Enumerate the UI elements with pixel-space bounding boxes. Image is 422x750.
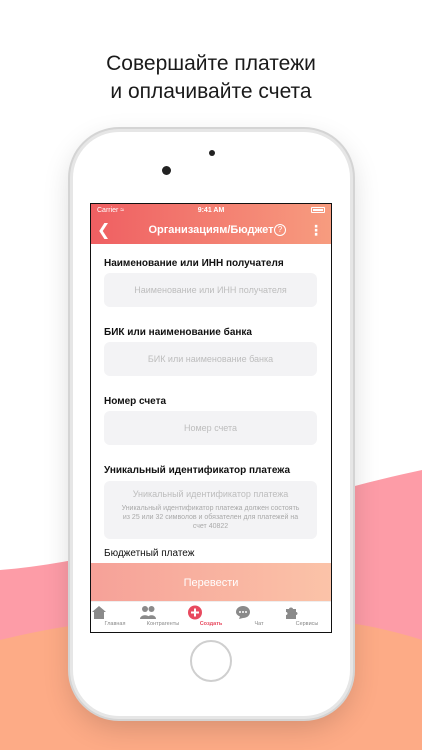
phone-side-button (69, 222, 72, 248)
question-icon: ? (277, 225, 283, 234)
payment-id-input[interactable]: Уникальный идентификатор платежа Уникаль… (104, 481, 317, 539)
phone-power-button (351, 262, 354, 302)
headline-line-2: и оплачивайте счета (110, 80, 312, 103)
tab-services-label: Сервисы (295, 621, 319, 627)
vertical-dots-icon: ⋮ (309, 222, 323, 238)
bank-input[interactable] (104, 342, 317, 376)
puzzle-icon (286, 607, 298, 619)
help-button[interactable]: ? (274, 224, 286, 236)
tab-chat[interactable]: Чат (235, 602, 283, 632)
payment-id-label: Уникальный идентификатор платежа (104, 465, 291, 476)
tab-create[interactable]: Создать (187, 602, 235, 632)
tab-home[interactable]: Главная (91, 602, 139, 632)
more-options-button[interactable]: ⋮ (309, 222, 323, 238)
battery-icon (311, 207, 325, 213)
home-icon (92, 606, 106, 619)
app-header: Carrier ≈ 9:41 AM ❮ Организациям/Бюджет … (91, 204, 331, 244)
account-label: Номер счета (104, 396, 167, 407)
phone-speaker (209, 150, 215, 156)
tab-bar: Главная Контрагенты Создать Чат Сервисы (91, 601, 331, 632)
headline-line-1: Совершайте платежи (106, 52, 316, 75)
app-screen: Carrier ≈ 9:41 AM ❮ Организациям/Бюджет … (91, 204, 331, 632)
headline: Совершайте платежи и оплачивайте счета (0, 50, 422, 106)
home-button[interactable] (190, 640, 232, 682)
tab-contacts[interactable]: Контрагенты (139, 602, 187, 632)
page-title: Организациям/Бюджет (148, 224, 274, 236)
budget-payment-label: Бюджетный платеж (104, 548, 195, 559)
phone-camera (162, 166, 171, 175)
navbar: ❮ Организациям/Бюджет ? ⋮ (91, 220, 331, 242)
account-input[interactable] (104, 411, 317, 445)
tab-create-label: Создать (199, 621, 223, 627)
payment-id-hint: Уникальный идентификатор платежа должен … (121, 505, 300, 530)
contacts-icon (140, 606, 156, 619)
recipient-input[interactable] (104, 273, 317, 307)
payment-id-placeholder: Уникальный идентификатор платежа (132, 489, 289, 499)
bank-label: БИК или наименование банка (104, 327, 252, 338)
transfer-button[interactable]: Перевести (91, 563, 331, 601)
status-time: 9:41 AM (197, 207, 225, 214)
tab-contacts-label: Контрагенты (146, 621, 180, 627)
tab-services[interactable]: Сервисы (283, 602, 331, 632)
recipient-label: Наименование или ИНН получателя (104, 258, 284, 269)
tab-home-label: Главная (104, 621, 126, 627)
tab-chat-label: Чат (254, 621, 264, 627)
status-bar: Carrier ≈ 9:41 AM (91, 206, 331, 218)
chat-icon (236, 606, 250, 619)
phone-volume-button (69, 262, 72, 302)
plus-circle-icon (188, 605, 202, 620)
